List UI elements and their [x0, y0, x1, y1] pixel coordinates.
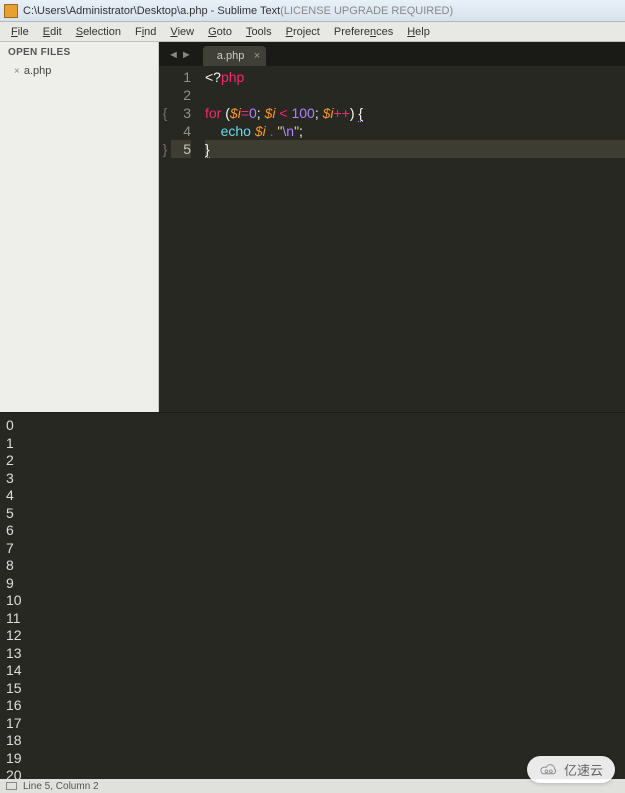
build-output-panel[interactable]: 01234567891011121314151617181920	[0, 412, 625, 779]
console-line: 16	[6, 697, 619, 715]
console-line: 7	[6, 540, 619, 558]
window-titlebar: C:\Users\Administrator\Desktop\a.php - S…	[0, 0, 625, 22]
console-line: 17	[6, 715, 619, 733]
tab-label: a.php	[217, 50, 245, 62]
console-line: 9	[6, 575, 619, 593]
main-area: OPEN FILES × a.php ◄ ► a.php × {} 12345 <?…	[0, 42, 625, 412]
code-content[interactable]: <?phpfor ($i=0; $i < 100; $i++) { echo $…	[199, 68, 625, 412]
menu-preferences[interactable]: Preferences	[327, 24, 400, 40]
file-tab[interactable]: a.php ×	[203, 46, 267, 66]
console-line: 5	[6, 505, 619, 523]
menu-file[interactable]: File	[4, 24, 36, 40]
menu-goto[interactable]: Goto	[201, 24, 239, 40]
console-line: 18	[6, 732, 619, 750]
status-cursor-position: Line 5, Column 2	[23, 781, 99, 792]
console-line: 6	[6, 522, 619, 540]
tab-nav-arrows[interactable]: ◄ ►	[161, 44, 199, 66]
console-line: 15	[6, 680, 619, 698]
status-bar: Line 5, Column 2	[0, 779, 625, 793]
menu-project[interactable]: Project	[279, 24, 327, 40]
menu-edit[interactable]: Edit	[36, 24, 69, 40]
cloud-icon	[539, 762, 559, 778]
title-license: (LICENSE UPGRADE REQUIRED)	[280, 5, 453, 17]
panel-switcher-icon[interactable]	[6, 782, 17, 790]
watermark-text: 亿速云	[564, 760, 603, 779]
console-line: 12	[6, 627, 619, 645]
console-line: 0	[6, 417, 619, 435]
close-icon[interactable]: ×	[254, 50, 260, 62]
console-line: 2	[6, 452, 619, 470]
console-line: 10	[6, 592, 619, 610]
menu-bar: FileEditSelectionFindViewGotoToolsProjec…	[0, 22, 625, 42]
menu-find[interactable]: Find	[128, 24, 163, 40]
menu-view[interactable]: View	[163, 24, 201, 40]
sidebar-file[interactable]: × a.php	[0, 63, 158, 79]
line-gutter[interactable]: 12345	[171, 68, 199, 412]
console-line: 3	[6, 470, 619, 488]
editor: ◄ ► a.php × {} 12345 <?phpfor ($i=0; $i <…	[159, 42, 625, 412]
console-line: 14	[6, 662, 619, 680]
console-line: 11	[6, 610, 619, 628]
console-line: 1	[6, 435, 619, 453]
app-icon	[4, 4, 18, 18]
menu-help[interactable]: Help	[400, 24, 437, 40]
console-line: 4	[6, 487, 619, 505]
menu-selection[interactable]: Selection	[69, 24, 128, 40]
tab-bar: ◄ ► a.php ×	[159, 42, 625, 66]
close-icon[interactable]: ×	[14, 66, 20, 77]
sidebar-open-files-header: OPEN FILES	[0, 42, 158, 63]
code-area[interactable]: {} 12345 <?phpfor ($i=0; $i < 100; $i++)…	[159, 66, 625, 412]
menu-tools[interactable]: Tools	[239, 24, 279, 40]
tab-nav-left-icon[interactable]: ◄	[168, 49, 179, 61]
sidebar: OPEN FILES × a.php	[0, 42, 159, 412]
sidebar-file-name: a.php	[24, 65, 52, 77]
title-path: C:\Users\Administrator\Desktop\a.php - S…	[23, 5, 280, 17]
watermark: 亿速云	[527, 756, 615, 783]
console-line: 13	[6, 645, 619, 663]
fold-column[interactable]: {}	[159, 68, 171, 412]
console-line: 8	[6, 557, 619, 575]
tab-nav-right-icon[interactable]: ►	[181, 49, 192, 61]
